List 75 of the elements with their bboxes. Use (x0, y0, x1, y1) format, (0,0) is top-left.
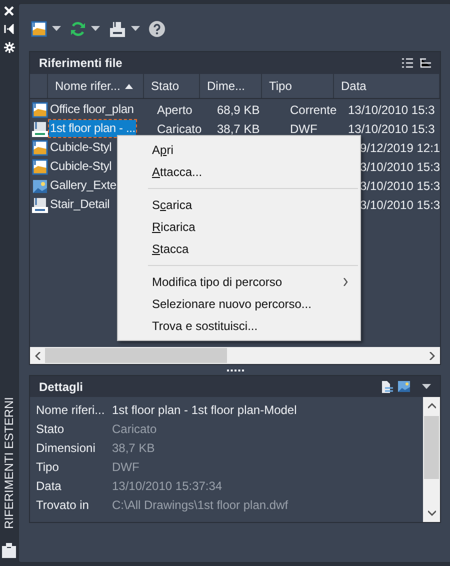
property-value: DWF (112, 458, 140, 476)
refresh-icon[interactable] (70, 20, 86, 36)
date-cell: 3/10/2010 15:3 (360, 160, 440, 174)
column-header[interactable]: Dime... (200, 74, 262, 98)
drawing-file-icon (32, 102, 48, 118)
size-cell: 68,9 KB (217, 102, 260, 116)
help-icon[interactable] (149, 20, 165, 36)
menu-item[interactable]: Attacca... (118, 161, 360, 183)
details-dropdown-caret-icon[interactable] (422, 384, 432, 389)
sort-ascending-icon (125, 84, 134, 88)
scroll-up-icon[interactable] (428, 403, 436, 409)
property-label: Nome riferi... (36, 402, 106, 418)
property-value: C:\All Drawings\1st floor plan.dwf (112, 496, 288, 514)
type-cell: DWF (290, 122, 318, 136)
path-dropdown-caret-icon[interactable] (131, 26, 140, 31)
panel-title: Riferimenti file (39, 55, 124, 72)
dgn-file-icon (32, 196, 48, 212)
menu-item[interactable]: Apri (118, 139, 360, 161)
scrollbar-thumb[interactable] (45, 348, 227, 363)
palette-title: RIFERIMENTI ESTERNI (1, 396, 17, 529)
panel-title: Dettagli (39, 378, 84, 396)
date-cell: 13/10/2010 15:3 (348, 122, 435, 136)
menu-item[interactable]: Stacca (118, 238, 360, 260)
scroll-left-icon[interactable] (35, 352, 41, 360)
tree-view-icon[interactable] (420, 58, 432, 68)
attach-dropdown-caret-icon[interactable] (52, 26, 61, 31)
dwf-file-icon (32, 120, 48, 136)
size-cell: 38,7 KB (217, 122, 260, 136)
column-header[interactable]: Tipo (262, 74, 334, 98)
date-cell: 9/12/2019 12:1 (360, 140, 440, 154)
file-name-cell[interactable]: Cubicle-Styl (49, 158, 113, 175)
type-cell: Corrente (290, 102, 337, 116)
property-label: Data (36, 478, 62, 494)
date-cell: 13/10/2010 15:3 (348, 102, 435, 116)
date-cell: 3/10/2010 15:3 (360, 198, 440, 212)
close-icon[interactable] (4, 6, 14, 16)
scroll-down-icon[interactable] (428, 510, 436, 516)
menu-item[interactable]: Ricarica (118, 216, 360, 238)
property-label: Trovato in (36, 496, 90, 514)
file-name-cell[interactable]: Gallery_Exte (49, 177, 118, 194)
file-name-cell[interactable]: Office floor_plan (49, 101, 135, 118)
column-header[interactable]: Data (334, 74, 440, 98)
scroll-right-icon[interactable] (429, 352, 436, 360)
drawing-file-icon (31, 20, 47, 36)
drawing-file-icon (32, 140, 48, 156)
property-value: Caricato (112, 420, 157, 438)
menu-item[interactable]: Modifica tipo di percorso (152, 273, 343, 291)
document-icon[interactable] (381, 380, 394, 392)
column-header[interactable]: Nome rifer... (48, 74, 144, 98)
splitter-grip-icon[interactable] (226, 368, 244, 372)
refresh-dropdown-caret-icon[interactable] (91, 26, 100, 31)
status-cell: Aperto (157, 102, 192, 116)
status-cell: Caricato (157, 122, 202, 136)
menu-item[interactable]: Trova e sostituisci... (118, 315, 360, 337)
scrollbar-thumb[interactable] (424, 416, 440, 479)
file-name-cell[interactable]: Cubicle-Styl (49, 139, 113, 156)
file-name-cell[interactable]: Stair_Detail (49, 196, 111, 213)
list-view-icon[interactable] (402, 58, 414, 68)
drawing-file-icon (32, 158, 48, 174)
image-file-icon (32, 178, 48, 194)
date-cell: 3/10/2010 15:3 (360, 178, 440, 192)
menu-item[interactable]: Selezionare nuovo percorso... (118, 293, 360, 315)
property-value: 13/10/2010 15:37:34 (112, 478, 222, 494)
image-preview-icon[interactable] (398, 381, 410, 392)
property-value: 38,7 KB (112, 440, 155, 456)
property-label: Stato (36, 420, 66, 438)
vertical-scrollbar[interactable] (423, 397, 440, 522)
settings-icon[interactable] (4, 42, 14, 53)
property-value[interactable]: 1st floor plan - 1st floor plan-Model (112, 400, 297, 418)
property-label: Dimensioni (36, 440, 96, 456)
column-header[interactable]: Stato (144, 74, 200, 98)
horizontal-scrollbar[interactable] (30, 347, 440, 364)
menu-item[interactable]: Scarica (118, 194, 360, 216)
file-name-cell[interactable]: 1st floor plan - ... (49, 120, 136, 137)
property-label: Tipo (36, 458, 60, 476)
